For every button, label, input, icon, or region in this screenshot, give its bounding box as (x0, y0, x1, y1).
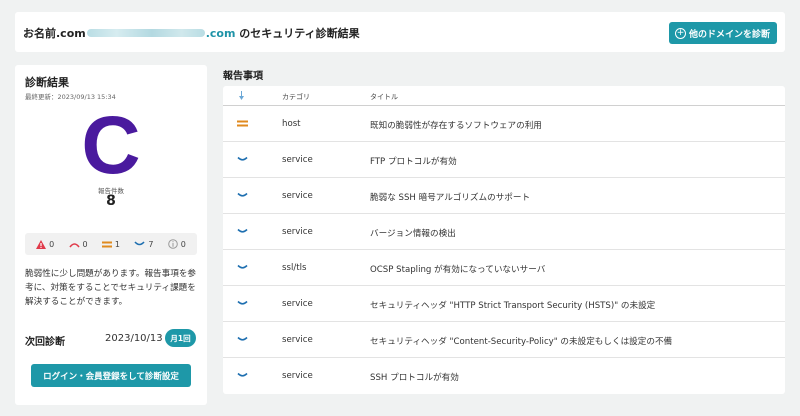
low-chevron-icon (237, 156, 248, 166)
info-count: 0 (180, 239, 186, 249)
domain-suffix: .com (205, 27, 236, 40)
table-row[interactable]: service バージョン情報の検出 (223, 214, 785, 250)
diagnose-other-domain-button[interactable]: + 他のドメインを診断 (668, 22, 777, 44)
severity-counts: 0 0 1 7 0 (25, 233, 197, 255)
diagnose-other-domain-label: 他のドメインを診断 (688, 29, 770, 40)
row-title[interactable]: SSH プロトコルが有効 (370, 371, 459, 383)
diagnosis-summary-panel: 診断結果 最終更新：2023/09/13 15:34 C 報告件数 8 0 0 … (15, 65, 207, 405)
medium-count: 1 (114, 239, 121, 249)
page-header: お名前.com .com のセキュリティ診断結果 + 他のドメインを診断 (15, 12, 785, 52)
row-title[interactable]: セキュリティヘッダ "HTTP Strict Transport Securit… (370, 299, 655, 311)
high-arc-icon (68, 242, 80, 248)
login-register-button[interactable]: ログイン・会員登録をして診断設定 (31, 364, 191, 387)
table-header: カテゴリ タイトル (223, 86, 785, 106)
row-category: service (282, 227, 313, 237)
row-category: service (282, 371, 313, 381)
table-row[interactable]: service セキュリティヘッダ "HTTP Strict Transport… (223, 286, 785, 322)
next-scan-label: 次回診断 (25, 337, 65, 348)
table-row[interactable]: service セキュリティヘッダ "Content-Security-Poli… (223, 322, 785, 358)
next-scan-badge: 月1回 (165, 329, 196, 347)
row-title[interactable]: セキュリティヘッダ "Content-Security-Policy" の未設定… (370, 335, 672, 347)
severity-high: 0 (68, 239, 88, 249)
row-title[interactable]: FTP プロトコルが有効 (370, 155, 457, 167)
table-row[interactable]: host 既知の脆弱性が存在するソフトウェアの利用 (223, 106, 785, 142)
low-count: 7 (148, 239, 154, 249)
severity-critical: 0 (36, 239, 55, 249)
column-title[interactable]: タイトル (370, 92, 398, 102)
sort-arrow-icon[interactable] (239, 91, 244, 100)
low-chevron-icon (237, 336, 248, 346)
plus-circle-icon: + (674, 27, 686, 39)
grade-letter: C (81, 100, 141, 191)
info-circle-icon (167, 239, 178, 249)
next-scan-date: 2023/10/13 (105, 333, 163, 344)
low-chevron-icon (237, 228, 248, 238)
low-chevron-icon (237, 192, 248, 202)
warning-triangle-icon (36, 239, 47, 249)
high-count: 0 (82, 239, 88, 249)
row-category: service (282, 299, 313, 309)
table-row[interactable]: service SSH プロトコルが有効 (223, 358, 785, 394)
severity-medium: 1 (101, 239, 121, 249)
row-category: ssl/tls (282, 263, 307, 273)
row-title[interactable]: 既知の脆弱性が存在するソフトウェアの利用 (370, 119, 542, 131)
severity-low: 7 (134, 240, 153, 249)
row-category: service (282, 191, 313, 201)
report-count: 8 (106, 193, 116, 209)
table-row[interactable]: service FTP プロトコルが有効 (223, 142, 785, 178)
row-title[interactable]: 脆弱な SSH 暗号アルゴリズムのサポート (370, 191, 530, 203)
report-table: カテゴリ タイトル host 既知の脆弱性が存在するソフトウェアの利用 serv… (223, 86, 785, 394)
summary-title: 診断結果 (25, 76, 69, 89)
table-row[interactable]: ssl/tls OCSP Stapling が有効になっていないサーバ (223, 250, 785, 286)
row-category: service (282, 335, 313, 345)
low-chevron-icon (237, 264, 248, 274)
low-chevron-icon (237, 372, 248, 382)
low-chevron-icon (237, 300, 248, 310)
medium-equals-icon (237, 120, 248, 130)
row-category: service (282, 155, 313, 165)
title-prefix: お名前.com (23, 27, 86, 40)
critical-count: 0 (49, 239, 55, 249)
blurred-domain (86, 29, 205, 37)
row-title[interactable]: OCSP Stapling が有効になっていないサーバ (370, 263, 545, 275)
medium-equals-icon (101, 241, 112, 247)
row-category: host (282, 119, 301, 129)
summary-text: 脆弱性に少し問題があります。報告事項を参考に、対策をすることでセキュリティ課題を… (25, 269, 197, 307)
low-chevron-icon (134, 240, 145, 245)
table-row[interactable]: service 脆弱な SSH 暗号アルゴリズムのサポート (223, 178, 785, 214)
report-section-title: 報告事項 (223, 71, 263, 82)
row-title[interactable]: バージョン情報の検出 (370, 227, 456, 239)
title-suffix: のセキュリティ診断結果 (235, 27, 360, 40)
severity-info: 0 (167, 239, 186, 249)
column-category[interactable]: カテゴリ (282, 92, 310, 102)
page-title: お名前.com .com のセキュリティ診断結果 (23, 25, 360, 41)
